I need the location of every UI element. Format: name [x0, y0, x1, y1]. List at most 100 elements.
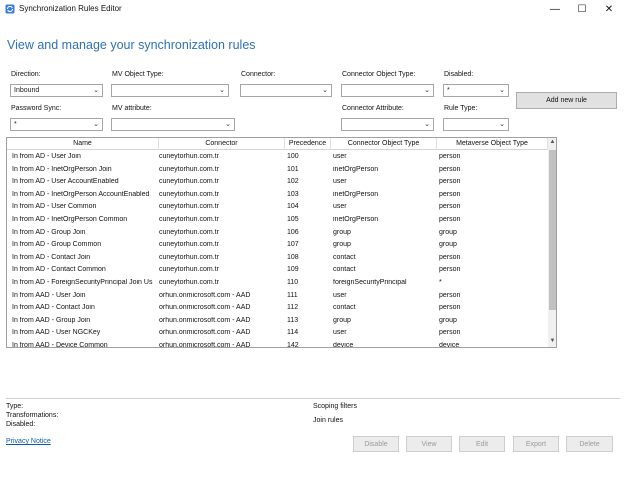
table-cell: In from AAD - User NGCKey — [12, 329, 101, 337]
table-row[interactable]: In from AD - Contact Join cuneytorhun.com… — [7, 252, 548, 265]
disabled-select[interactable]: * ⌄ — [443, 84, 509, 97]
table-row[interactable]: In from AAD - Contact Join orhun.onmicros… — [7, 302, 548, 315]
table-cell: cuneytorhun.com.tr — [159, 165, 219, 173]
table-cell: 103 — [287, 190, 299, 198]
table-cell: 105 — [287, 216, 299, 223]
table-cell: cuneytorhun.com.tr — [159, 203, 219, 211]
join-rules-label: Join rules — [313, 417, 343, 424]
table-cell: person — [439, 291, 461, 299]
column-header-connector[interactable]: Connector — [159, 138, 285, 150]
disable-button[interactable]: Disable — [353, 436, 399, 452]
table-cell: cuneytorhun.com.tr — [159, 178, 219, 186]
close-button[interactable]: ✕ — [592, 0, 624, 18]
chevron-down-icon: ⌄ — [424, 87, 430, 94]
table-cell: * — [439, 279, 442, 286]
table-cell: In from AD - InetOrgPerson AccountEnable… — [12, 190, 150, 198]
table-row[interactable]: In from AD - InetOrgPerson AccountEnable… — [7, 189, 548, 202]
column-header-connector-object-type[interactable]: Connector Object Type — [331, 138, 437, 150]
table-cell: user — [333, 203, 347, 211]
table-cell: person — [439, 216, 461, 223]
table-row[interactable]: In from AD - InetOrgPerson Join cuneytorh… — [7, 164, 548, 177]
table-row[interactable]: In from AAD - User NGCKey orhun.onmicroso… — [7, 327, 548, 340]
table-cell: In from AD - Contact Common — [12, 266, 106, 274]
chevron-up-icon[interactable]: ▲ — [548, 139, 556, 145]
table-cell: orhun.onmicrosoft.com - AAD — [159, 342, 251, 348]
sync-rules-app-icon — [5, 4, 15, 14]
chevron-down-icon: ⌄ — [322, 87, 328, 94]
table-cell: person — [439, 190, 461, 198]
table-cell: 102 — [287, 178, 299, 186]
table-row[interactable]: In from AD - InetOrgPerson Common cuneyto… — [7, 214, 548, 227]
password-sync-value: * — [14, 121, 17, 128]
connector-object-type-select[interactable]: ⌄ — [341, 84, 434, 97]
column-header-name[interactable]: Name — [7, 138, 159, 150]
table-cell: In from AD - Group Join — [12, 228, 86, 236]
table-cell: In from AD - InetOrgPerson Join — [12, 165, 112, 173]
table-cell: cuneytorhun.com.tr — [159, 279, 219, 286]
delete-button[interactable]: Delete — [566, 436, 613, 452]
direction-select[interactable]: Inbound ⌄ — [10, 84, 103, 97]
table-row[interactable]: In from AD - Group Common cuneytorhun.com… — [7, 239, 548, 252]
table-cell: 100 — [287, 153, 299, 160]
table-cell: In from AD - Contact Join — [12, 253, 91, 261]
table-cell: orhun.onmicrosoft.com - AAD — [159, 291, 251, 299]
chevron-down-icon: ⌄ — [93, 121, 99, 128]
table-cell: group — [439, 316, 457, 324]
password-sync-select[interactable]: * ⌄ — [10, 118, 103, 131]
table-row[interactable]: In from AAD - Group Join orhun.onmicrosof… — [7, 315, 548, 328]
scrollbar-thumb[interactable] — [549, 150, 556, 310]
table-cell: orhun.onmicrosoft.com - AAD — [159, 304, 251, 312]
export-button[interactable]: Export — [513, 436, 559, 452]
mv-object-type-select[interactable]: ⌄ — [111, 84, 229, 97]
table-row[interactable]: In from AD - ForeignSecurityPrincipal Jo… — [7, 277, 548, 290]
disabled-label: Disabled: — [444, 71, 474, 78]
table-cell: foreignSecurityPrincipal — [333, 279, 407, 286]
table-scrollbar[interactable]: ▲ ▼ — [548, 138, 556, 347]
table-row[interactable]: In from AD - User Join cuneytorhun.com.tr… — [7, 151, 548, 164]
chevron-down-icon[interactable]: ▼ — [548, 338, 556, 344]
column-header-metaverse-object-type[interactable]: Metaverse Object Type — [437, 138, 548, 150]
column-header-precedence[interactable]: Precedence — [285, 138, 331, 150]
table-cell: group — [439, 228, 457, 236]
table-row[interactable]: In from AD - User Common cuneytorhun.com.… — [7, 201, 548, 214]
table-cell: cuneytorhun.com.tr — [159, 241, 219, 249]
chevron-down-icon: ⌄ — [499, 121, 505, 128]
table-cell: group — [439, 241, 457, 249]
table-row[interactable]: In from AD - User AccountEnabled cuneytor… — [7, 176, 548, 189]
table-cell: In from AD - InetOrgPerson Common — [12, 216, 128, 223]
connector-object-type-label: Connector Object Type: — [342, 71, 416, 78]
add-new-rule-button[interactable]: Add new rule — [516, 92, 617, 109]
mv-attribute-select[interactable]: ⌄ — [111, 118, 235, 131]
table-row[interactable]: In from AAD - Device Common orhun.onmicro… — [7, 340, 548, 348]
disabled-value: * — [447, 87, 450, 94]
disabled-info-label: Disabled: — [6, 421, 36, 428]
scoping-filters-label: Scoping filters — [313, 403, 357, 410]
rules-table[interactable]: Name Connector Precedence Connector Obje… — [6, 137, 557, 348]
table-cell: user — [333, 291, 347, 299]
table-cell: cuneytorhun.com.tr — [159, 216, 219, 223]
table-cell: cuneytorhun.com.tr — [159, 253, 219, 261]
table-cell: In from AD - User Join — [12, 153, 81, 160]
connector-select[interactable]: ⌄ — [240, 84, 332, 97]
table-cell: user — [333, 153, 347, 160]
rule-type-select[interactable]: ⌄ — [443, 118, 509, 131]
privacy-notice-link[interactable]: Privacy Notice — [6, 438, 51, 445]
table-cell: cuneytorhun.com.tr — [159, 266, 219, 274]
view-button[interactable]: View — [406, 436, 452, 452]
connector-attribute-select[interactable]: ⌄ — [341, 118, 434, 131]
table-cell: In from AD - User Common — [12, 203, 97, 211]
table-cell: device — [333, 342, 354, 348]
transformations-label: Transformations: — [6, 412, 59, 419]
table-cell: person — [439, 304, 461, 312]
table-cell: person — [439, 266, 461, 274]
table-cell: orhun.onmicrosoft.com - AAD — [159, 329, 251, 337]
chevron-down-icon: ⌄ — [225, 121, 231, 128]
table-row[interactable]: In from AAD - User Join orhun.onmicrosoft… — [7, 290, 548, 303]
table-cell: person — [439, 165, 461, 173]
table-row[interactable]: In from AD - Group Join cuneytorhun.com.t… — [7, 227, 548, 240]
table-row[interactable]: In from AD - Contact Common cuneytorhun.c… — [7, 264, 548, 277]
table-cell: device — [439, 342, 460, 348]
direction-value: Inbound — [14, 87, 40, 94]
edit-button[interactable]: Edit — [459, 436, 505, 452]
table-cell: contact — [333, 266, 356, 274]
